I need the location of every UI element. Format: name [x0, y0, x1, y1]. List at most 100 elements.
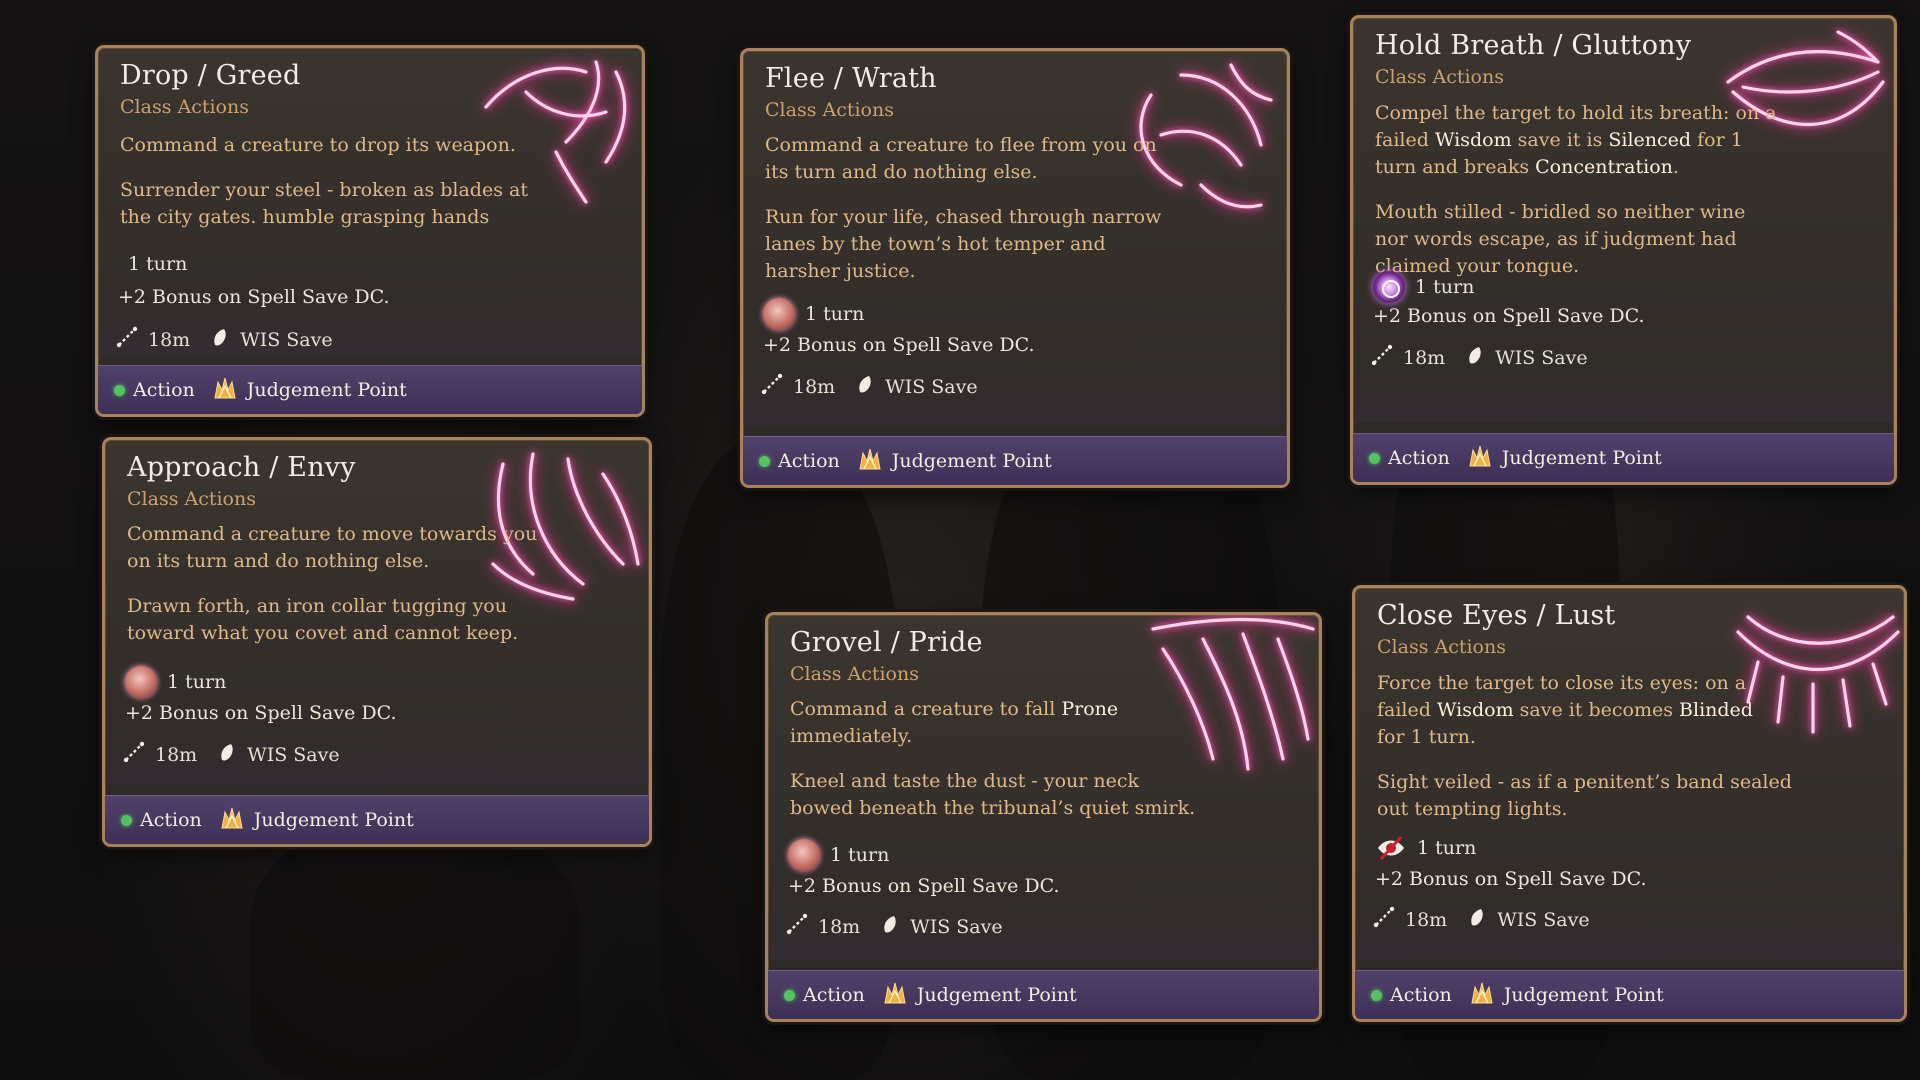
cost-footer: Action Judgement Point	[1355, 970, 1904, 1019]
text-line: the city gates. humble grasping hands	[120, 206, 490, 228]
saving-throw-icon	[835, 374, 885, 399]
text-line: Command a creature to move towards you	[127, 523, 538, 545]
save-dc-bonus: +2 Bonus on Spell Save DC.	[788, 875, 1060, 897]
card-description: Command a creature to move towards you on…	[127, 521, 537, 647]
duration-row: 1 turn	[1375, 832, 1476, 864]
saving-throw-label: WIS Save	[1495, 346, 1588, 369]
save-dc-bonus: +2 Bonus on Spell Save DC.	[1375, 868, 1647, 890]
save-dc-bonus: +2 Bonus on Spell Save DC.	[763, 334, 1035, 356]
silence-ring-icon	[1373, 271, 1405, 303]
cost-footer: Action Judgement Point	[1353, 433, 1894, 482]
grasping-hand-icon	[788, 839, 820, 871]
duration-row: 1 turn	[763, 298, 864, 330]
text-line: immediately.	[790, 725, 913, 747]
range-label: 18m	[818, 915, 861, 938]
stats-row: 18m WIS Save	[1371, 344, 1588, 371]
save-dc-bonus: +2 Bonus on Spell Save DC.	[118, 286, 390, 308]
resource-cost-label: Judgement Point	[891, 450, 1052, 472]
card-title: Approach / Envy	[127, 452, 356, 483]
spell-tooltip-card: Approach / Envy Class Actions Command a cr…	[102, 437, 652, 847]
text-line: Command a creature to drop its weapon.	[120, 134, 516, 156]
card-category: Class Actions	[790, 663, 919, 685]
card-description: Command a creature to fall Prone immediat…	[790, 696, 1195, 822]
keyword: Wisdom	[1436, 699, 1514, 721]
background-figure	[250, 820, 580, 1080]
text-line: Command a creature to fall Prone	[790, 698, 1119, 720]
range-icon	[116, 326, 148, 353]
save-dc-bonus: +2 Bonus on Spell Save DC.	[125, 702, 397, 724]
action-cost-label: Action	[140, 809, 202, 831]
keyword: Wisdom	[1434, 129, 1512, 151]
saving-throw-label: WIS Save	[240, 328, 333, 351]
text-line: on its turn and do nothing else.	[127, 550, 430, 572]
cost-footer: Action Judgement Point	[743, 436, 1287, 485]
keyword: Prone	[1061, 698, 1119, 720]
fist-icon	[763, 298, 795, 330]
spell-tooltip-card: Close Eyes / Lust Class Actions Force the …	[1352, 585, 1907, 1022]
duration-label: 1 turn	[1417, 837, 1477, 859]
card-description: Compel the target to hold its breath: on…	[1375, 100, 1777, 280]
cost-footer: Action Judgement Point	[768, 970, 1319, 1019]
text-line: lanes by the town’s hot temper and	[765, 233, 1106, 255]
spell-tooltip-card: Drop / Greed Class Actions Command a creat…	[95, 45, 645, 417]
text-line: Kneel and taste the dust - your neck	[790, 770, 1140, 792]
duration-label: 1 turn	[1415, 276, 1475, 298]
saving-throw-label: WIS Save	[910, 915, 1003, 938]
action-resource-icon	[1371, 989, 1382, 1001]
duration-row: 1 turn	[1373, 271, 1474, 303]
resource-cost-label: Judgement Point	[916, 984, 1077, 1006]
action-resource-icon	[784, 989, 795, 1001]
action-resource-icon	[121, 814, 132, 826]
action-resource-icon	[759, 455, 770, 467]
saving-throw-label: WIS Save	[1497, 908, 1590, 931]
duration-label: 1 turn	[167, 671, 227, 693]
keyword: Concentration	[1535, 156, 1673, 178]
text-line: Command a creature to flee from you on	[765, 134, 1157, 156]
card-description: Force the target to close its eyes: on a…	[1377, 670, 1792, 823]
card-category: Class Actions	[1377, 636, 1506, 658]
blinded-eye-icon	[1375, 832, 1407, 864]
range-label: 18m	[793, 375, 836, 398]
text-line: Run for your life, chased through narrow	[765, 206, 1162, 228]
text-line: Force the target to close its eyes: on a	[1377, 672, 1747, 694]
text-line: its turn and do nothing else.	[765, 161, 1038, 183]
card-category: Class Actions	[765, 99, 894, 121]
card-description: Command a creature to flee from you on it…	[765, 132, 1161, 285]
text-line: failed Wisdom save it becomes Blinded	[1377, 699, 1753, 721]
card-title: Flee / Wrath	[765, 63, 937, 94]
judgement-point-icon	[202, 804, 254, 837]
text-line: Mouth stilled - bridled so neither wine	[1375, 201, 1746, 223]
keyword: Blinded	[1679, 699, 1753, 721]
action-cost-label: Action	[803, 984, 865, 1006]
saving-throw-label: WIS Save	[247, 743, 340, 766]
stats-row: 18m WIS Save	[123, 741, 340, 768]
text-line: for 1 turn.	[1377, 726, 1476, 748]
range-label: 18m	[155, 743, 198, 766]
judgement-point-icon	[1450, 442, 1502, 475]
range-icon	[1373, 906, 1405, 933]
text-line: bowed beneath the tribunal’s quiet smirk…	[790, 797, 1196, 819]
action-cost-label: Action	[778, 450, 840, 472]
duration-row: 1 turn	[125, 666, 226, 698]
action-resource-icon	[1369, 452, 1380, 464]
text-line: Surrender your steel - broken as blades …	[120, 179, 528, 201]
range-label: 18m	[1403, 346, 1446, 369]
grasping-hand-icon	[125, 666, 157, 698]
card-category: Class Actions	[1375, 66, 1504, 88]
saving-throw-icon	[190, 327, 240, 352]
text-line: Sight veiled - as if a penitent’s band s…	[1377, 771, 1792, 793]
resource-cost-label: Judgement Point	[246, 379, 407, 401]
text-line: out tempting lights.	[1377, 798, 1568, 820]
text-line: Drawn forth, an iron collar tugging you	[127, 595, 507, 617]
card-title: Drop / Greed	[120, 60, 301, 91]
card-title: Grovel / Pride	[790, 627, 983, 658]
card-shade	[1353, 367, 1894, 422]
stats-row: 18m WIS Save	[761, 373, 978, 400]
duration-label: 1 turn	[830, 844, 890, 866]
spell-tooltip-card: Hold Breath / Gluttony Class Actions Compe…	[1350, 15, 1897, 485]
range-icon	[786, 913, 818, 940]
